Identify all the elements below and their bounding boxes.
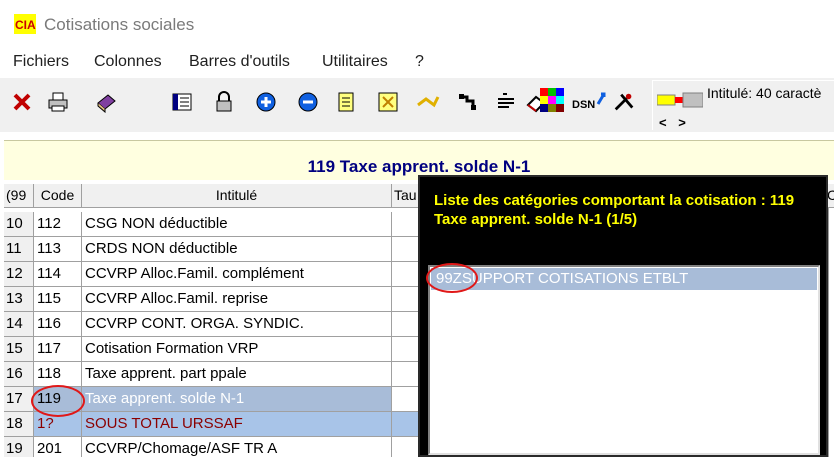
row-intitule[interactable]: CCVRP CONT. ORGA. SYNDIC.: [82, 312, 392, 337]
col-header-code[interactable]: Code: [34, 184, 82, 208]
menu-colonnes[interactable]: Colonnes: [94, 53, 162, 71]
record-title: 119 Taxe apprent. solde N-1: [307, 157, 531, 176]
row-number: 12: [4, 262, 34, 287]
print-icon[interactable]: [46, 90, 70, 114]
window-title: Cotisations sociales: [44, 15, 195, 34]
row-number: 14: [4, 312, 34, 337]
dsn-icon[interactable]: DSN: [572, 90, 606, 114]
row-number: 19: [4, 437, 34, 457]
menu-help[interactable]: ?: [415, 53, 424, 71]
row-number: 10: [4, 212, 34, 237]
app-logo-icon: CIA: [14, 14, 36, 34]
book-icon[interactable]: [94, 90, 118, 114]
notes-icon[interactable]: [334, 90, 358, 114]
row-intitule[interactable]: SOUS TOTAL URSSAF: [82, 412, 392, 437]
row-number: 17: [4, 387, 34, 412]
svg-text:CIA: CIA: [15, 18, 36, 32]
annotation-ellipse-code: [31, 385, 85, 417]
row-number: 18: [4, 412, 34, 437]
row-code[interactable]: 113: [34, 237, 82, 262]
row-intitule[interactable]: Cotisation Formation VRP: [82, 337, 392, 362]
row-intitule[interactable]: Taxe apprent. solde N-1: [82, 387, 392, 412]
menu-utilitaires[interactable]: Utilitaires: [322, 53, 388, 71]
row-number: 16: [4, 362, 34, 387]
row-code[interactable]: 117: [34, 337, 82, 362]
record-header: 119 Taxe apprent. solde N-1: [4, 140, 834, 180]
row-intitule[interactable]: Taxe apprent. part ppale: [82, 362, 392, 387]
row-intitule[interactable]: CRDS NON déductible: [82, 237, 392, 262]
plus-circle-icon[interactable]: [254, 90, 278, 114]
popup-title: Liste des catégories comportant la cotis…: [434, 192, 795, 228]
list-item[interactable]: 99ZSUPPORT COTISATIONS ETBLT: [431, 268, 817, 290]
menu-fichiers[interactable]: Fichiers: [13, 53, 69, 71]
title-bar: CIA Cotisations sociales: [0, 0, 834, 48]
tools-icon[interactable]: [612, 90, 636, 114]
menu-bar: Fichiers Colonnes Barres d'outils Utilit…: [0, 48, 834, 78]
row-intitule[interactable]: CCVRP Alloc.Famil. complément: [82, 262, 392, 287]
lock-icon[interactable]: [212, 90, 236, 114]
formula-icon[interactable]: [376, 90, 400, 114]
row-code[interactable]: 118: [34, 362, 82, 387]
row-intitule[interactable]: CSG NON déductible: [82, 212, 392, 237]
category-label: SUPPORT COTISATIONS ETBLT: [461, 270, 689, 287]
col-header-intitule[interactable]: Intitulé: [82, 184, 392, 208]
svg-text:DSN: DSN: [572, 99, 595, 111]
nav-arrows[interactable]: < >: [659, 115, 690, 130]
row-intitule[interactable]: CCVRP/Chomage/ASF TR A: [82, 437, 392, 457]
intitule-length-panel: Intitulé: 40 caractè < >: [652, 80, 834, 130]
minus-circle-icon[interactable]: [296, 90, 320, 114]
row-code[interactable]: 112: [34, 212, 82, 237]
col-header-num[interactable]: (99: [4, 184, 34, 208]
pen-icon[interactable]: [494, 90, 518, 114]
close-icon[interactable]: [10, 90, 34, 114]
menu-barres-outils[interactable]: Barres d'outils: [189, 53, 290, 71]
row-intitule[interactable]: CCVRP Alloc.Famil. reprise: [82, 287, 392, 312]
right-column-edge: [828, 208, 834, 457]
toolbar: DSN Intitulé: 40 caractè < >: [0, 78, 834, 132]
row-number: 13: [4, 287, 34, 312]
categories-popup: Liste des catégories comportant la cotis…: [418, 175, 828, 457]
row-number: 11: [4, 237, 34, 262]
columns-icon[interactable]: [170, 90, 194, 114]
row-code[interactable]: 115: [34, 287, 82, 312]
row-code[interactable]: 114: [34, 262, 82, 287]
scissors-icon[interactable]: [416, 90, 440, 114]
link-icon[interactable]: [456, 90, 480, 114]
palette-icon[interactable]: [540, 88, 564, 112]
annotation-ellipse-category: [426, 263, 478, 293]
intitule-length-label: Intitulé: 40 caractè: [707, 85, 822, 101]
row-code[interactable]: 201: [34, 437, 82, 457]
row-code[interactable]: 116: [34, 312, 82, 337]
ruler-icon: [657, 92, 703, 108]
categories-list[interactable]: 99ZSUPPORT COTISATIONS ETBLT: [428, 265, 820, 455]
row-number: 15: [4, 337, 34, 362]
